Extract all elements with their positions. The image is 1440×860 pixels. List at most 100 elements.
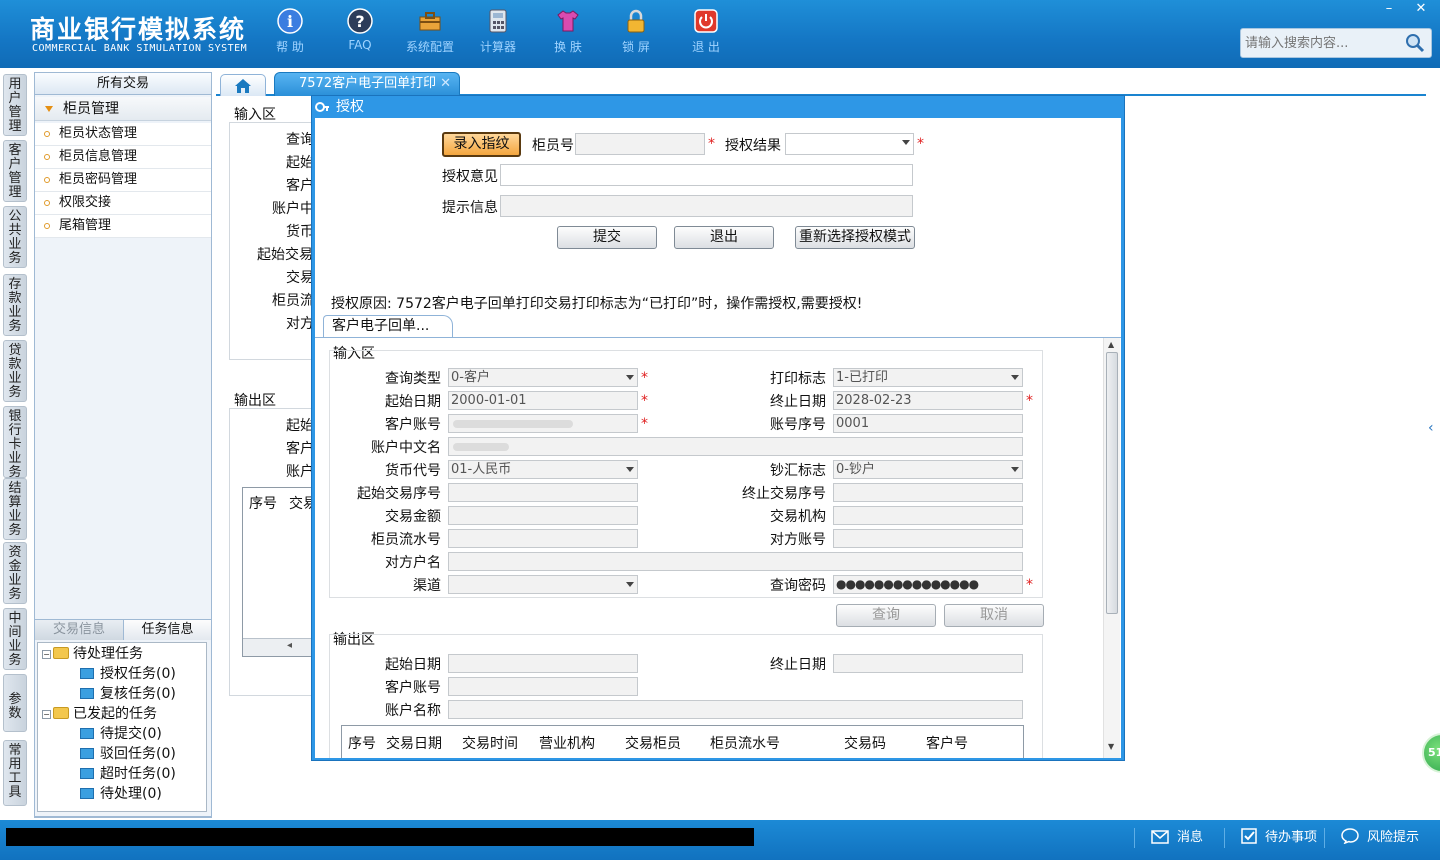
module-tab-public[interactable]: 公共业务 [3,206,27,268]
module-tab-tools[interactable]: 常用工具 [3,740,27,806]
peer-name-input[interactable] [448,552,1023,571]
search-box [1240,28,1432,58]
auth-opinion-input[interactable] [500,164,913,186]
module-tab-deposit[interactable]: 存款业务 [3,274,27,336]
txn-amount-input[interactable] [448,506,638,525]
scroll-left-icon[interactable]: ◂ [287,640,292,651]
bg-label: 对方 [286,316,314,332]
skin-button[interactable]: 换 肤 [538,8,598,55]
exit-dialog-button[interactable]: 退出 [674,226,774,249]
calculator-button[interactable]: 计算器 [468,8,528,55]
search-input[interactable] [1241,29,1401,57]
out-account-name-label: 账户名称 [385,703,441,719]
end-date-input[interactable]: 2028-02-23 [833,391,1023,410]
module-tab-customer-mgmt[interactable]: 客户管理 [3,140,27,202]
cash-flag-select[interactable]: 0-钞户 [833,460,1023,479]
menu-item-permission-handover[interactable]: 权限交接 [35,192,211,215]
reselect-auth-mode-button[interactable]: 重新选择授权模式 [795,226,915,249]
teller-id-input[interactable] [575,133,705,155]
menu-item-teller-status[interactable]: 柜员状态管理 [35,123,211,146]
module-tab-loan[interactable]: 贷款业务 [3,340,27,402]
channel-select[interactable] [448,575,638,594]
lock-screen-button[interactable]: 锁 屏 [606,8,666,55]
tree-node-review-tasks[interactable]: 复核任务(0) [80,685,176,703]
module-tab-params[interactable]: 参数 [3,674,27,732]
task-icon [80,668,94,679]
scroll-down-icon[interactable]: ▼ [1108,742,1114,751]
peer-account-input[interactable] [833,529,1023,548]
menu-item-teller-info[interactable]: 柜员信息管理 [35,146,211,169]
tab-transaction-info[interactable]: 交易信息 [35,620,123,640]
collapse-icon[interactable]: − [42,710,51,719]
submit-button[interactable]: 提交 [557,226,657,249]
module-tab-funds[interactable]: 资金业务 [3,542,27,604]
tree-node-initiated[interactable]: − 已发起的任务 [42,705,157,723]
query-password-input[interactable]: ●●●●●●●●●●●●●●● [833,575,1023,594]
search-icon[interactable] [1405,33,1425,53]
bg-hscrollbar[interactable]: ◂ [243,638,319,656]
module-tab-settlement[interactable]: 结算业务 [3,478,27,540]
print-flag-select[interactable]: 1-已打印 [833,368,1023,387]
floating-badge[interactable]: 51 [1422,733,1440,773]
tree-node-pending[interactable]: − 待处理任务 [42,645,143,663]
teller-serial-input[interactable] [448,529,638,548]
scroll-up-icon[interactable]: ▲ [1108,340,1114,349]
account-seq-input[interactable]: 0001 [833,414,1023,433]
txn-org-input[interactable] [833,506,1023,525]
currency-select[interactable]: 01-人民币 [448,460,638,479]
tree-node-to-submit[interactable]: 待提交(0) [80,725,162,743]
close-window-button[interactable]: ✕ [1408,1,1434,17]
tab-task-info[interactable]: 任务信息 [123,620,211,640]
dialog-body: 录入指纹 柜员号 * 授权结果 * 授权意见 提示信息 提交 退出 重新选择授权… [315,118,1121,758]
redacted-value [453,443,509,451]
bg-label: 账户 [286,464,314,480]
task-icon [80,788,94,799]
bg-label: 交易 [286,270,314,286]
end-txn-seq-input[interactable] [833,483,1023,502]
collapse-icon[interactable]: − [42,650,51,659]
query-type-select[interactable]: 0-客户 [448,368,638,387]
record-fingerprint-button[interactable]: 录入指纹 [442,132,521,157]
cancel-button[interactable]: 取消 [944,604,1044,627]
start-date-input[interactable]: 2000-01-01 [448,391,638,410]
messages-button[interactable]: 消息 [1134,828,1224,848]
tab-7572-receipt-print[interactable]: 7572客户电子回单打印 ✕ [274,72,460,96]
dialog-title-label: 授权 [336,99,364,115]
table-header-seq: 序号 [348,736,376,752]
tab-receipt-form[interactable]: 客户电子回单... [323,315,453,338]
required-mark: * [641,416,648,432]
query-button[interactable]: 查询 [836,604,936,627]
group-teller-mgmt[interactable]: 柜员管理 [35,97,211,121]
start-txn-seq-input[interactable] [448,483,638,502]
module-tab-card[interactable]: 银行卡业务 [3,406,27,480]
todo-button[interactable]: 待办事项 [1224,828,1324,848]
teller-serial-label: 柜员流水号 [371,532,441,548]
minimize-button[interactable]: – [1376,1,1402,17]
customer-account-input[interactable] [448,414,638,433]
help-button[interactable]: i 帮 助 [260,8,320,55]
scroll-thumb[interactable] [1106,352,1118,614]
faq-button[interactable]: ? FAQ [330,8,390,52]
chevron-down-icon [1011,375,1019,380]
exit-button[interactable]: 退 出 [676,8,736,55]
menu-item-tail-box[interactable]: 尾箱管理 [35,215,211,238]
tree-node-to-process[interactable]: 待处理(0) [80,785,162,803]
module-tab-user-mgmt[interactable]: 用户管理 [3,74,27,136]
tree-node-auth-tasks[interactable]: 授权任务(0) [80,665,176,683]
expand-right-panel-icon[interactable]: ‹ [1428,420,1440,468]
risk-alert-button[interactable]: 风险提示 [1324,828,1434,848]
auth-result-select[interactable] [785,133,914,155]
system-config-button[interactable]: 系统配置 [400,8,460,55]
print-flag-value: 1-已打印 [836,370,888,385]
tree-node-timeout[interactable]: 超时任务(0) [80,765,176,783]
exit-label: 退 出 [692,40,720,54]
required-mark: * [708,136,715,152]
dialog-vscrollbar[interactable]: ▲ ▼ [1103,338,1120,758]
close-tab-icon[interactable]: ✕ [440,73,451,95]
module-tab-intermediate[interactable]: 中间业务 [3,608,27,670]
menu-item-teller-password[interactable]: 柜员密码管理 [35,169,211,192]
tree-node-rejected[interactable]: 驳回任务(0) [80,745,176,763]
expand-arrow-icon [45,106,53,112]
tab-home[interactable] [220,74,266,96]
messages-label: 消息 [1177,830,1204,845]
